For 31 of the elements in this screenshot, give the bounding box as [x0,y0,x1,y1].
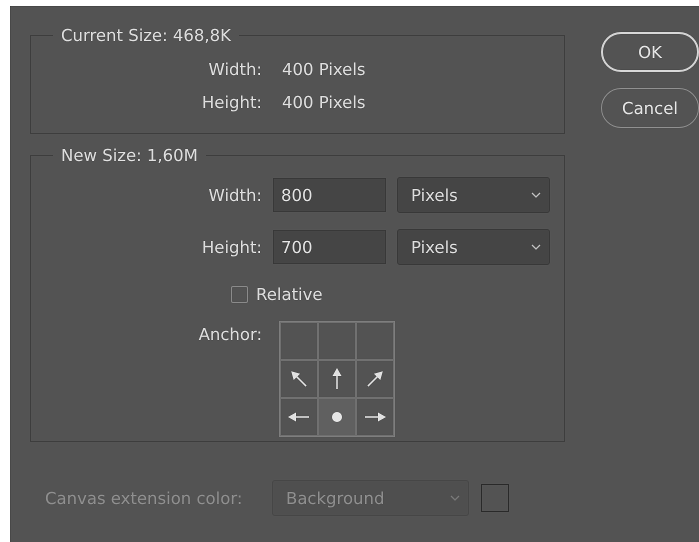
unit-dropdown[interactable]: Pixels [397,229,550,265]
anchor-cell[interactable] [318,398,356,436]
field-label: Height: [200,93,262,112]
caret-icon [450,495,460,501]
dialog-button[interactable]: OK [601,32,699,72]
anchor-cell[interactable] [356,398,394,436]
field-label: Width: [208,186,262,204]
field-value: 400 Pixels [282,60,366,79]
caret-icon [531,192,541,198]
color-swatch[interactable] [481,484,509,512]
relative-checkbox[interactable]: Relative [231,284,564,304]
input-field[interactable]: 800 [273,178,386,212]
group-title: New Size: 1,60M [61,146,198,165]
dot-icon [331,411,343,423]
anchor-cell[interactable] [318,360,356,398]
field-value: 400 Pixels [282,93,366,112]
field-label: Anchor: [198,325,262,344]
anchor-cell[interactable] [318,322,356,360]
field-label: Width: [208,60,262,79]
dialog-button[interactable]: Cancel [601,88,699,128]
caret-icon [531,244,541,250]
unit-dropdown[interactable]: Pixels [397,177,550,213]
field-label: Canvas extension color: [45,488,244,508]
anchor-cell[interactable] [280,322,318,360]
anchor-cell[interactable] [280,360,318,398]
group-title: Current Size: 468,8K [61,26,231,45]
anchor-cell[interactable] [356,322,394,360]
anchor-cell[interactable] [356,360,394,398]
field-label: Height: [200,238,262,256]
input-field[interactable]: 700 [273,230,386,264]
anchor-cell[interactable] [280,398,318,436]
